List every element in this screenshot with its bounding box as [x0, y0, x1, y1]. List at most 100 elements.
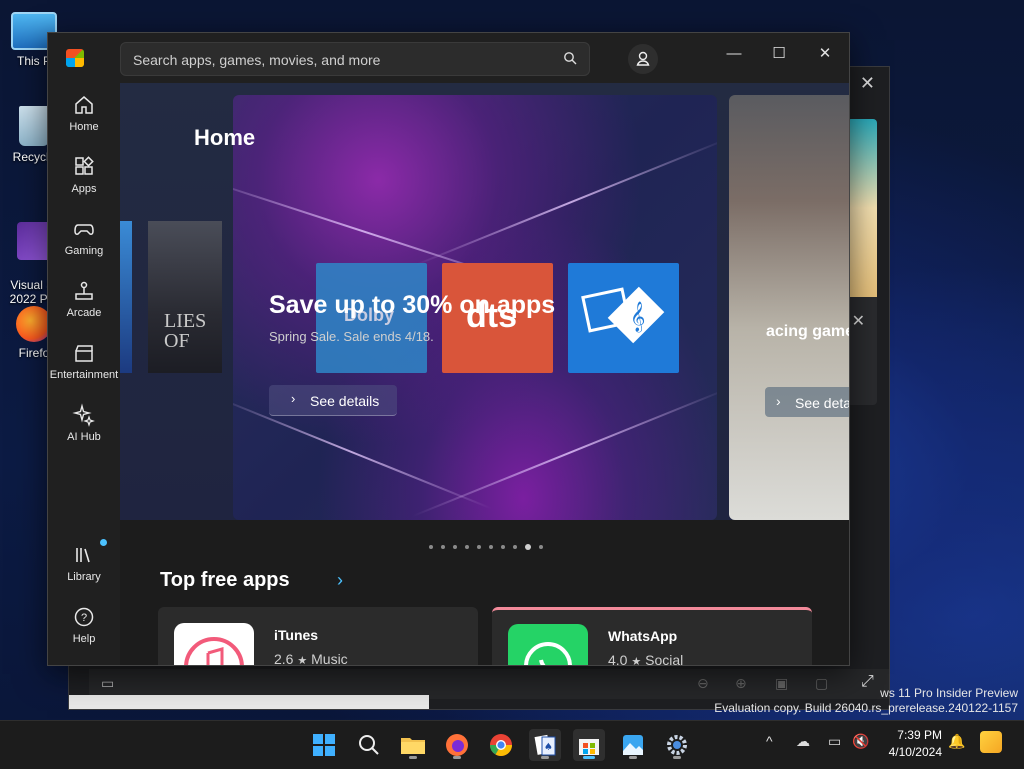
zoom-out-icon[interactable]: ⊖	[697, 675, 709, 692]
next-card-title: acing game	[766, 323, 849, 340]
carousel-dot[interactable]	[465, 544, 469, 549]
prev-card-title: LIES OF	[164, 310, 207, 352]
carousel-dot[interactable]	[453, 544, 457, 549]
ai-hub-icon	[72, 403, 96, 427]
search-box[interactable]	[120, 42, 590, 77]
app-category: Social	[645, 652, 684, 665]
library-icon	[72, 543, 96, 567]
network-icon[interactable]: ▭	[828, 733, 841, 750]
side-card-image	[847, 119, 877, 297]
nav-label: Help	[72, 633, 96, 645]
taskbar-photos[interactable]	[617, 729, 649, 761]
app-category: Music	[311, 651, 348, 665]
nav-item-arcade[interactable]: Arcade	[48, 279, 120, 319]
nav-item-library[interactable]: Library	[48, 539, 120, 583]
app-rating: 4.0	[608, 652, 628, 665]
taskbar-search-button[interactable]	[353, 729, 385, 761]
start-button[interactable]	[308, 729, 340, 761]
music-app-tile: 𝄞	[568, 263, 679, 373]
carousel-dot[interactable]	[429, 544, 433, 549]
close-icon[interactable]: ✕	[852, 311, 865, 331]
search-input[interactable]	[131, 43, 555, 77]
nav-label: Entertainment	[49, 369, 119, 381]
tray-overflow-chevron[interactable]: ^	[766, 733, 773, 749]
taskbar-firefox[interactable]	[441, 729, 473, 761]
taskbar-solitaire[interactable]: ♠	[529, 729, 561, 761]
star-icon: ★	[631, 656, 642, 665]
carousel-dot[interactable]	[513, 544, 517, 549]
svg-text:?: ?	[81, 612, 87, 624]
clock[interactable]: 7:39 PM 4/10/2024	[882, 727, 942, 761]
taskbar-file-explorer[interactable]	[397, 729, 429, 761]
close-icon[interactable]: ✕	[860, 73, 875, 94]
chevron-right-icon: ›	[291, 391, 296, 406]
nav-item-help[interactable]: ? Help	[48, 605, 120, 645]
page-title: Home	[194, 125, 256, 150]
carousel-dot[interactable]	[539, 544, 543, 549]
arcade-icon	[72, 279, 96, 303]
nav-rail: Home Apps Gaming Arcade Entertainment AI…	[48, 83, 120, 665]
nav-item-ai-hub[interactable]: AI Hub	[48, 403, 120, 443]
light-beam	[412, 387, 717, 517]
app-card-whatsapp[interactable]: WhatsApp 4.0 ★ Social	[492, 607, 812, 665]
music-note-icon: 𝄞	[581, 286, 665, 344]
nav-label: AI Hub	[67, 431, 101, 443]
nav-item-gaming[interactable]: Gaming	[48, 217, 120, 257]
chrome-icon	[490, 734, 512, 756]
app-meta: 4.0 ★ Social	[608, 652, 683, 665]
nav-item-home[interactable]: Home	[48, 93, 120, 133]
carousel-dot[interactable]	[501, 544, 505, 549]
running-indicator	[629, 756, 637, 759]
carousel-pager[interactable]	[429, 538, 551, 550]
zoom-in-icon[interactable]: ⊕	[735, 675, 747, 692]
close-button[interactable]: ✕	[805, 41, 845, 67]
carousel-prev-card-edge[interactable]	[120, 221, 132, 373]
svg-text:♠: ♠	[544, 742, 553, 753]
light-beam	[412, 137, 717, 267]
keyboard-icon[interactable]: ▭	[101, 675, 114, 692]
title-bar: — ☐ ✕	[48, 33, 849, 83]
actual-size-icon[interactable]: ▢	[815, 675, 828, 692]
running-indicator	[409, 756, 417, 759]
app-card-itunes[interactable]: iTunes 2.6 ★ Music	[158, 607, 478, 665]
carousel-dot[interactable]	[477, 544, 481, 549]
status-strip	[69, 695, 429, 709]
hero-subtitle: Spring Sale. Sale ends 4/18.	[269, 329, 434, 344]
carousel-dot[interactable]	[489, 544, 493, 549]
copilot-pre-icon[interactable]	[980, 731, 1002, 753]
nav-item-entertainment[interactable]: Entertainment	[48, 341, 120, 381]
notification-bell-icon[interactable]: 🔔	[948, 733, 965, 750]
taskbar-microsoft-store[interactable]	[573, 729, 605, 761]
next-card-see-details-button[interactable]: › See deta	[765, 387, 849, 417]
app-meta: 2.6 ★ Music	[274, 651, 348, 665]
minimize-button[interactable]: —	[714, 41, 754, 67]
account-button[interactable]	[628, 44, 658, 74]
see-details-button[interactable]: › See details	[269, 385, 397, 416]
cloud-offline-icon[interactable]: ☁	[796, 733, 810, 750]
windows-icon	[313, 734, 335, 756]
app-name: iTunes	[274, 627, 319, 643]
app-rating: 2.6	[274, 651, 294, 665]
carousel-next-card[interactable]	[729, 95, 849, 520]
maximize-button[interactable]: ☐	[759, 41, 799, 67]
volume-muted-icon[interactable]: 🔇	[852, 733, 869, 750]
chevron-right-icon[interactable]: ›	[337, 570, 343, 591]
fit-icon[interactable]: ▣	[775, 675, 788, 692]
watermark-line-1: ws 11 Pro Insider Preview	[880, 686, 1018, 700]
microsoft-store-window: — ☐ ✕ Home Apps Gaming Arcade Entertainm…	[47, 32, 850, 666]
expand-icon[interactable]: ⤢	[861, 673, 874, 691]
nav-label: Arcade	[66, 307, 102, 319]
carousel-dot[interactable]	[525, 543, 531, 550]
nav-item-apps[interactable]: Apps	[48, 155, 120, 195]
desktop-icon-label: This P	[16, 54, 51, 68]
hero-banner[interactable]: Dolby dts 𝄞 Save up to 30% on apps Sprin…	[233, 95, 717, 520]
search-icon[interactable]	[563, 51, 577, 65]
taskbar-chrome[interactable]	[485, 729, 517, 761]
button-label: See deta	[795, 395, 849, 411]
clock-date: 4/10/2024	[888, 745, 942, 759]
button-label: See details	[310, 393, 380, 409]
section-title[interactable]: Top free apps	[160, 569, 290, 592]
carousel-dot[interactable]	[441, 544, 445, 549]
taskbar-settings[interactable]	[661, 729, 693, 761]
taskbar: ♠ ^ ☁ ▭ 🔇 7:39 PM 4/10/2024 🔔	[0, 720, 1024, 769]
